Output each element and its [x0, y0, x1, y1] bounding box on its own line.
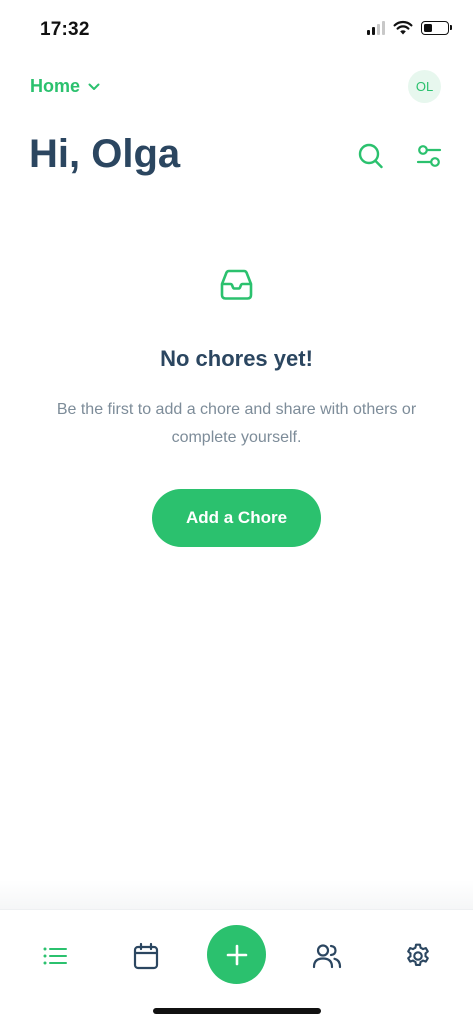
- home-label: Home: [30, 76, 81, 96]
- cellular-signal-icon: [367, 20, 385, 35]
- search-button[interactable]: [356, 141, 386, 171]
- chevron-down-icon: [88, 83, 100, 90]
- filter-icon: [416, 145, 442, 167]
- home-indicator: [153, 1008, 321, 1014]
- nav-item-settings[interactable]: [402, 940, 434, 972]
- settings-icon: [407, 943, 429, 967]
- calendar-icon: [133, 942, 159, 970]
- status-bar: 17:32: [0, 0, 473, 60]
- empty-state-title: No chores yet!: [160, 346, 313, 371]
- search-icon: [358, 143, 383, 168]
- plus-icon: [226, 944, 247, 965]
- bottom-nav: [0, 909, 473, 1024]
- filter-button[interactable]: [414, 141, 444, 171]
- nav-item-members[interactable]: [311, 940, 343, 972]
- status-icons: [367, 20, 452, 35]
- empty-state-description: Be the first to add a chore and share wi…: [56, 401, 417, 446]
- users-icon: [312, 944, 342, 969]
- battery-icon: [421, 20, 452, 35]
- wifi-icon: [393, 20, 413, 35]
- inbox-icon: [220, 269, 253, 300]
- page-title: Hi, Olga: [29, 132, 181, 176]
- status-time: 17:32: [40, 19, 90, 40]
- avatar[interactable]: OL: [408, 70, 441, 103]
- bottom-nav-shadow: [0, 880, 473, 910]
- nav-item-calendar[interactable]: [130, 940, 162, 972]
- list-icon: [43, 947, 67, 965]
- nav-item-list[interactable]: [39, 940, 71, 972]
- home-selector[interactable]: Home: [30, 76, 100, 97]
- add-button[interactable]: [207, 925, 266, 984]
- add-chore-button[interactable]: Add a Chore: [152, 489, 321, 547]
